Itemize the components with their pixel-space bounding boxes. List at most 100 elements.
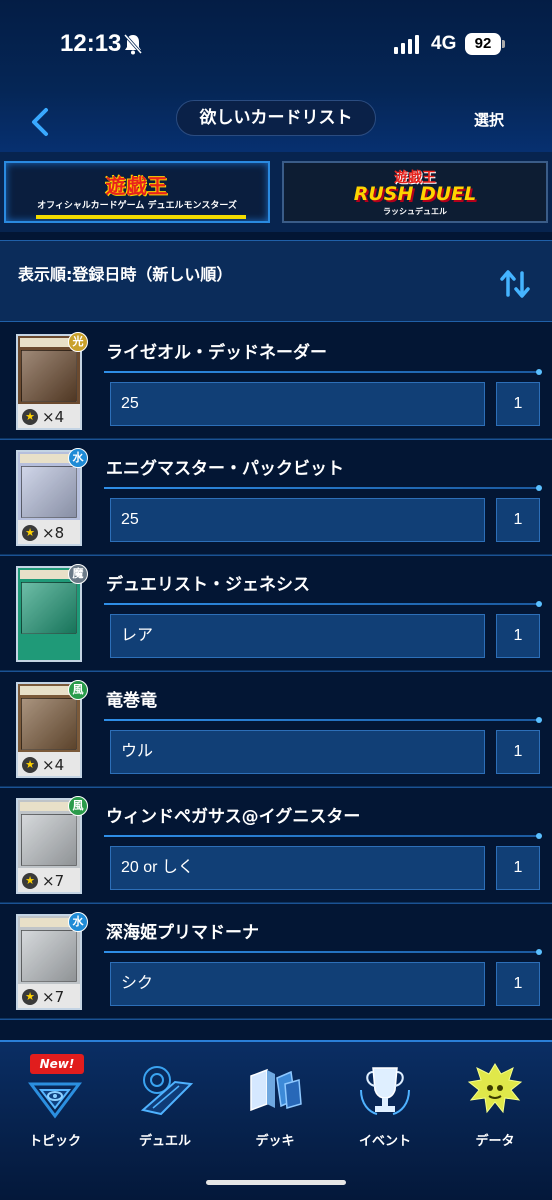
sort-order-label: 表示順:登録日時（新しい順）: [18, 265, 233, 284]
duel-icon: [140, 1066, 194, 1116]
level-star-icon: ★: [22, 873, 38, 889]
card-name: エニグマスター・パックビット: [106, 459, 344, 479]
card-art: [21, 466, 77, 518]
attribute-icon: 風: [68, 680, 88, 700]
ocg-logo-sub: オフィシャルカードゲーム デュエルモンスターズ: [37, 201, 237, 211]
tab-ocg[interactable]: 遊戯王 オフィシャルカードゲーム デュエルモンスターズ: [4, 161, 270, 223]
game-tabs: 遊戯王 オフィシャルカードゲーム デュエルモンスターズ 遊戯王 RUSH DUE…: [0, 152, 552, 232]
card-art: [21, 582, 77, 634]
sort-toggle-icon[interactable]: [498, 267, 532, 301]
nav-label-data: データ: [475, 1134, 515, 1149]
memo-field[interactable]: シク: [110, 962, 485, 1006]
sort-bar: 表示順:登録日時（新しい順）: [0, 240, 552, 322]
name-divider: [104, 369, 542, 375]
header: 欲しいカードリスト 選択: [0, 90, 552, 152]
select-button[interactable]: 選択: [474, 109, 504, 130]
card-thumbnail[interactable]: 水 ★ ×7: [16, 912, 88, 1010]
nav-topic[interactable]: New! トピック: [0, 1052, 110, 1192]
signal-icon: [394, 35, 419, 54]
card-name: デュエリスト・ジェネシス: [106, 575, 310, 595]
card-row[interactable]: 風 ★ ×4 竜巻竜ウル 1: [0, 672, 552, 788]
nav-event[interactable]: イベント: [330, 1052, 440, 1192]
level-star-icon: ★: [22, 989, 38, 1005]
wish-card-list: 光 ★ ×4 ライゼオル・デッドネーダー 25 1 水 ★ ×8 エニグマスター・パックビット 25…: [0, 322, 552, 1032]
name-divider: [104, 601, 542, 607]
status-bar: 12:13 4G 92: [0, 0, 552, 90]
nav-data[interactable]: データ: [440, 1052, 550, 1192]
card-level-footer: ★ ×7: [18, 868, 80, 892]
memo-field[interactable]: 25: [110, 382, 485, 426]
card-thumbnail[interactable]: 風 ★ ×7: [16, 796, 88, 894]
nav-label-event: イベント: [358, 1134, 411, 1149]
attribute-icon: 光: [68, 332, 88, 352]
level-count: ×7: [42, 988, 65, 1006]
memo-field[interactable]: レア: [110, 614, 485, 658]
page-title: 欲しいカードリスト: [176, 100, 376, 136]
rush-logo-sub: ラッシュデュエル: [383, 206, 447, 216]
level-star-icon: ★: [22, 525, 38, 541]
data-icon: [467, 1063, 523, 1114]
active-tab-indicator: [36, 215, 246, 219]
battery-icon: 92: [465, 33, 501, 55]
card-name: 竜巻竜: [106, 691, 157, 711]
deck-icon: [250, 1068, 302, 1112]
trophy-icon: [360, 1067, 410, 1115]
card-row[interactable]: 風 ★ ×7 ウィンドペガサス@イグニスター 20 or しく 1: [0, 788, 552, 904]
card-thumbnail[interactable]: 水 ★ ×8: [16, 448, 88, 546]
name-divider: [104, 833, 542, 839]
card-level-footer: ★ ×4: [18, 752, 80, 776]
bottom-nav: New! トピック デュエル デッキ イベント データ: [0, 1040, 552, 1200]
battery-tip: [502, 40, 505, 48]
nav-duel[interactable]: デュエル: [110, 1052, 220, 1192]
card-name: 深海姫プリマドーナ: [106, 923, 259, 943]
new-badge: New!: [30, 1054, 84, 1074]
card-row[interactable]: 魔デュエリスト・ジェネシスレア 1: [0, 556, 552, 672]
card-level-footer: ★ ×4: [18, 404, 80, 428]
memo-field[interactable]: 25: [110, 498, 485, 542]
attribute-icon: 水: [68, 448, 88, 468]
card-row[interactable]: 光 ★ ×4 ライゼオル・デッドネーダー 25 1: [0, 324, 552, 440]
rush-duel-logo: RUSH DUEL: [353, 183, 477, 205]
level-star-icon: ★: [22, 757, 38, 773]
level-count: ×8: [42, 524, 65, 542]
quantity-field[interactable]: 1: [496, 962, 540, 1006]
card-level-footer: ★ ×7: [18, 984, 80, 1008]
home-indicator: [206, 1180, 346, 1185]
level-count: ×4: [42, 408, 65, 426]
card-name: ライゼオル・デッドネーダー: [106, 343, 327, 363]
card-row[interactable]: 水 ★ ×8 エニグマスター・パックビット 25 1: [0, 440, 552, 556]
nav-label-deck: デッキ: [255, 1134, 295, 1149]
card-art: [21, 350, 77, 402]
card-art: [21, 930, 77, 982]
level-count: ×4: [42, 756, 65, 774]
quantity-field[interactable]: 1: [496, 730, 540, 774]
status-time: 12:13: [60, 30, 122, 57]
memo-field[interactable]: ウル: [110, 730, 485, 774]
quantity-field[interactable]: 1: [496, 382, 540, 426]
tab-rush-duel[interactable]: 遊戯王 RUSH DUEL ラッシュデュエル: [282, 161, 548, 223]
memo-field[interactable]: 20 or しく: [110, 846, 485, 890]
card-name: ウィンドペガサス@イグニスター: [106, 807, 361, 827]
quantity-field[interactable]: 1: [496, 846, 540, 890]
card-level-footer: ★ ×8: [18, 520, 80, 544]
bell-muted-icon: [123, 34, 143, 55]
back-button[interactable]: [22, 102, 62, 142]
quantity-field[interactable]: 1: [496, 614, 540, 658]
network-label: 4G: [431, 33, 457, 54]
nav-label-duel: デュエル: [138, 1134, 191, 1149]
name-divider: [104, 949, 542, 955]
card-thumbnail[interactable]: 光 ★ ×4: [16, 332, 88, 430]
level-count: ×7: [42, 872, 65, 890]
card-thumbnail[interactable]: 風 ★ ×4: [16, 680, 88, 778]
level-star-icon: ★: [22, 409, 38, 425]
quantity-field[interactable]: 1: [496, 498, 540, 542]
attribute-icon: 風: [68, 796, 88, 816]
nav-deck[interactable]: デッキ: [220, 1052, 330, 1192]
name-divider: [104, 485, 542, 491]
card-thumbnail[interactable]: 魔: [16, 564, 88, 662]
attribute-icon: 水: [68, 912, 88, 932]
card-row[interactable]: 水 ★ ×7 深海姫プリマドーナシク 1: [0, 904, 552, 1020]
nav-label-topic: トピック: [28, 1134, 81, 1149]
attribute-icon: 魔: [68, 564, 88, 584]
name-divider: [104, 717, 542, 723]
